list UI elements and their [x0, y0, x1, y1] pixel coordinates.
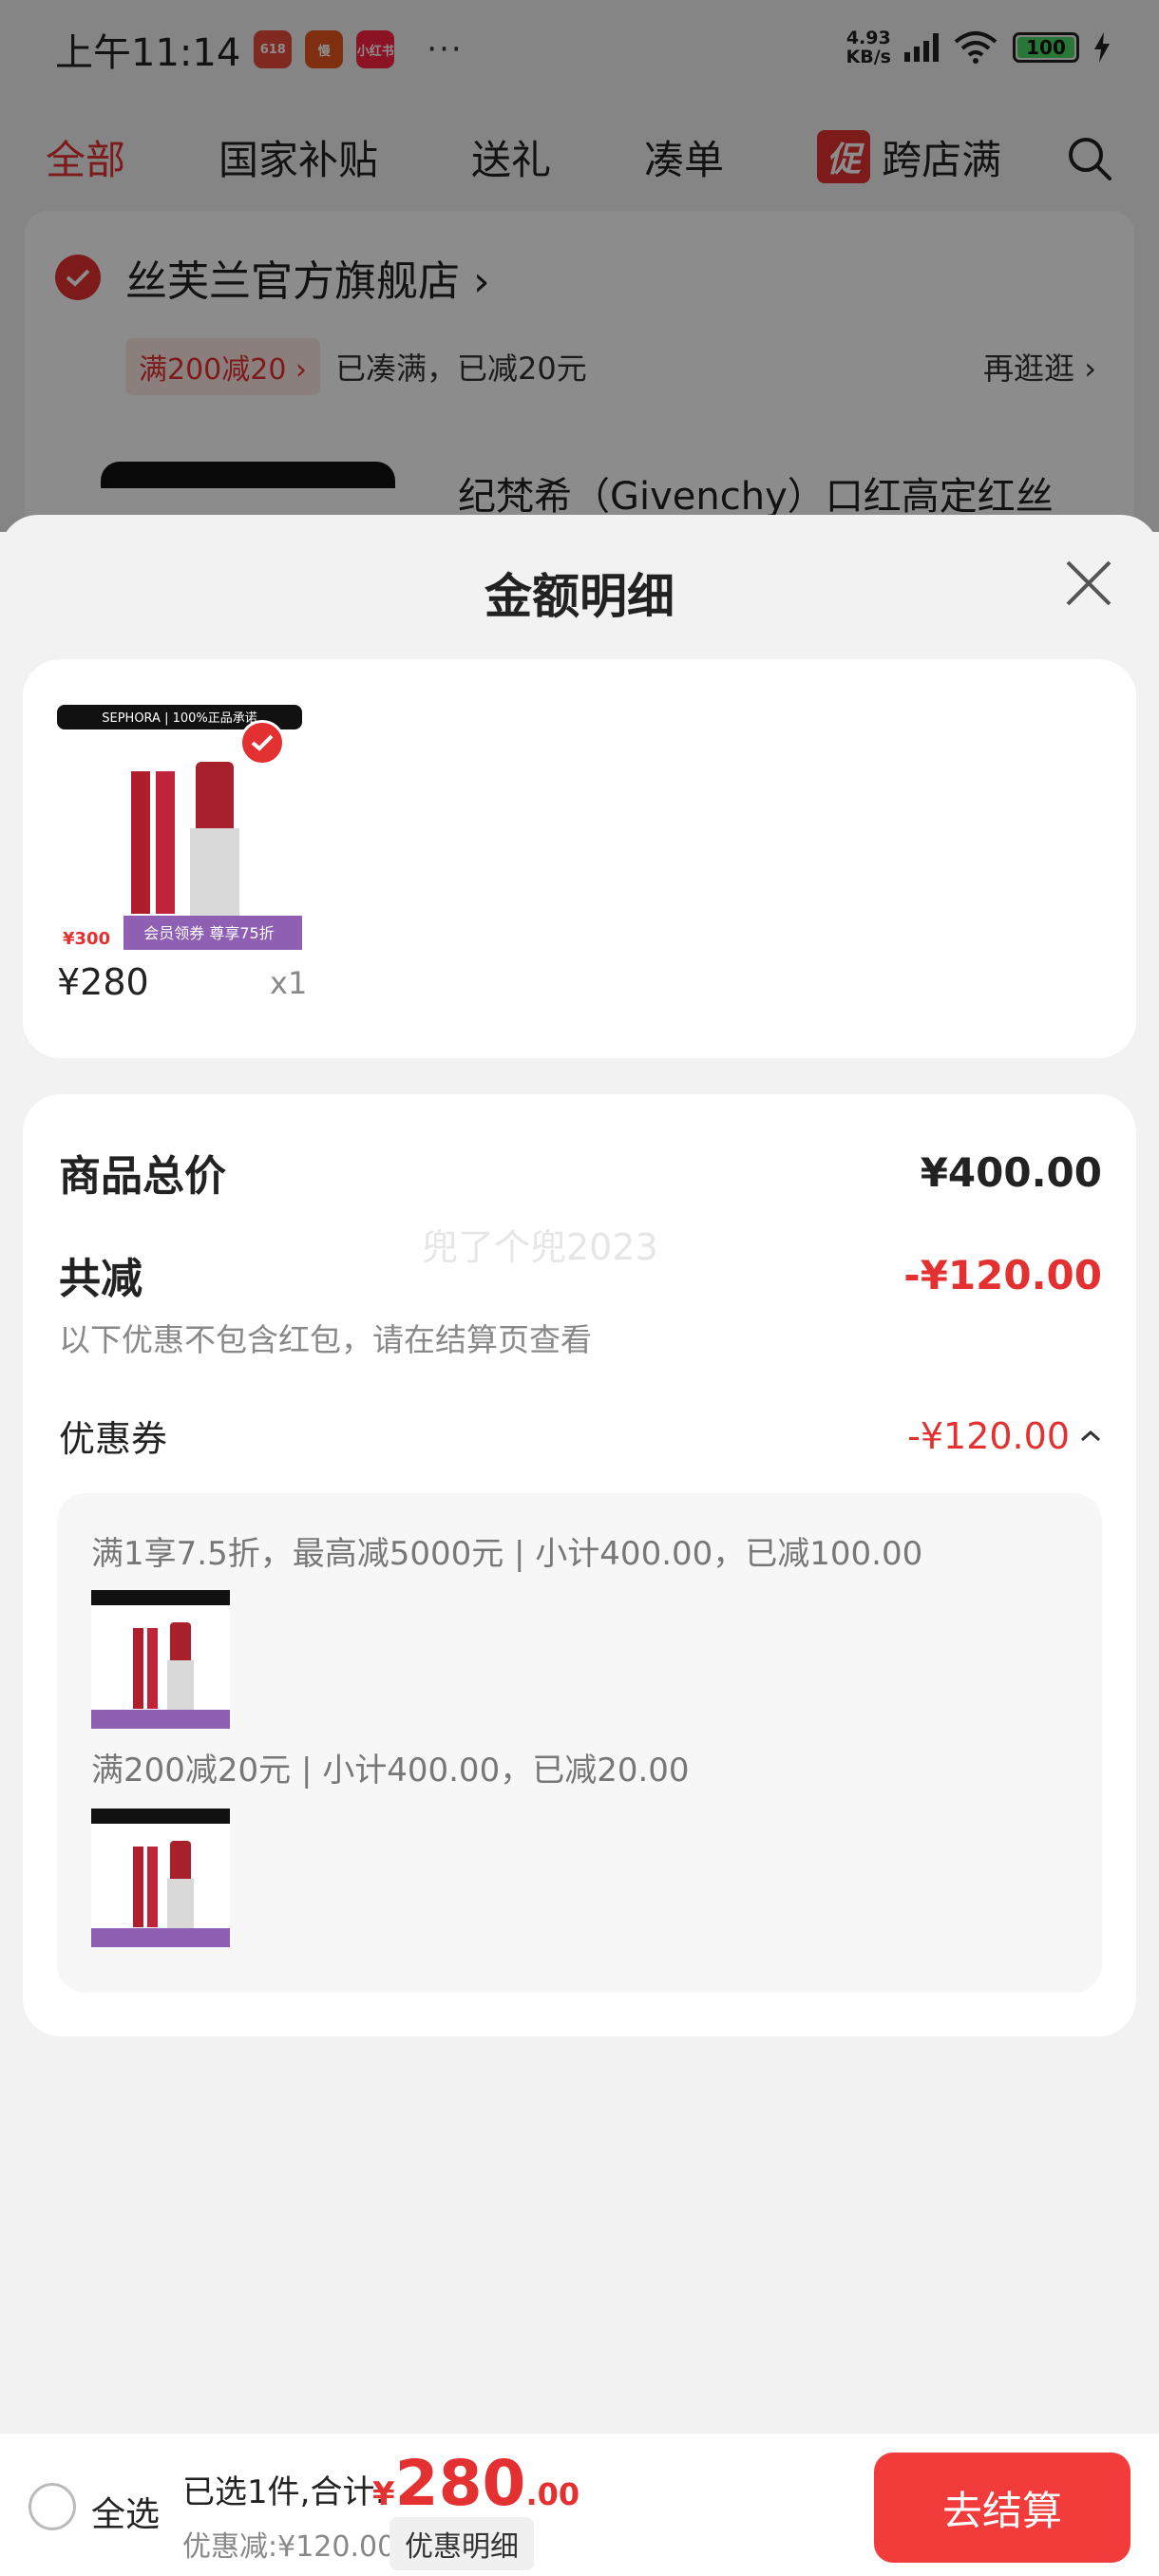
- checkout-button[interactable]: 去结算: [874, 2453, 1130, 2563]
- total-decimal: .00: [525, 2476, 580, 2512]
- sheet-title: 金额明细: [484, 569, 674, 624]
- total-price-row: 商品总价 ¥400.00: [59, 1142, 1102, 1203]
- total-price-value: ¥400.00: [920, 1148, 1102, 1196]
- checkout-bar: 全选 已选1件,合计: ¥ 280 .00 优惠减:¥120.00 优惠明细 去…: [0, 2434, 1159, 2576]
- amount-detail-sheet: 金额明细 SEPHORA | 100%正品承诺 ¥300 会员领券 尊享75折 …: [0, 515, 1159, 2434]
- close-icon[interactable]: [1064, 559, 1113, 608]
- discount-label: 共减: [59, 1255, 142, 1303]
- item-quantity: x1: [270, 965, 308, 1001]
- coupon-detail-box: 满1享7.5折，最高减5000元 | 小计400.00，已减100.00 满20…: [57, 1493, 1102, 1993]
- select-all-radio[interactable]: [28, 2483, 76, 2530]
- modal-backdrop[interactable]: [0, 0, 1159, 532]
- coupon-label: 优惠券: [59, 1418, 168, 1460]
- chevron-up-icon[interactable]: [1079, 1429, 1102, 1444]
- total-integer: 280: [394, 2447, 526, 2520]
- coupon-2-product-image: [91, 1809, 230, 1947]
- coupon-1-product-image: [91, 1590, 230, 1729]
- item-price: ¥280: [57, 961, 149, 1003]
- svg-text:会员领券 尊享75折: 会员领券 尊享75折: [143, 924, 274, 942]
- discount-value: -¥120.00: [903, 1251, 1102, 1298]
- coupon-line-1: 满1享7.5折，最高减5000元 | 小计400.00，已减100.00: [91, 1535, 923, 1573]
- selected-count: 已选1件,合计:: [182, 2473, 386, 2511]
- svg-text:SEPHORA | 100%正品承诺: SEPHORA | 100%正品承诺: [102, 711, 257, 726]
- select-all-label[interactable]: 全选: [91, 2487, 160, 2536]
- discount-detail-button[interactable]: 优惠明细: [390, 2517, 534, 2570]
- svg-text:¥300: ¥300: [63, 929, 110, 949]
- items-card: SEPHORA | 100%正品承诺 ¥300 会员领券 尊享75折 ¥280 …: [23, 659, 1136, 1058]
- discount-row: 共减 -¥120.00: [59, 1244, 1102, 1305]
- discount-summary: 优惠减:¥120.00: [182, 2530, 396, 2564]
- summary-card: 商品总价 ¥400.00 兜了个兜2023 共减 -¥120.00 以下优惠不包…: [23, 1094, 1136, 2036]
- discount-hint: 以下优惠不包含红包，请在结算页查看: [59, 1321, 592, 1358]
- coupon-line-2: 满200减20元 | 小计400.00，已减20.00: [91, 1752, 690, 1790]
- total-amount: ¥ 280 .00: [372, 2447, 580, 2520]
- currency-symbol: ¥: [372, 2475, 395, 2513]
- total-price-label: 商品总价: [59, 1152, 226, 1201]
- coupon-row[interactable]: 优惠券 -¥120.00: [59, 1410, 1102, 1462]
- coupon-value: -¥120.00: [907, 1414, 1070, 1457]
- coupon-value-wrap[interactable]: -¥120.00: [907, 1415, 1102, 1457]
- item-selected-check-icon[interactable]: [239, 720, 285, 766]
